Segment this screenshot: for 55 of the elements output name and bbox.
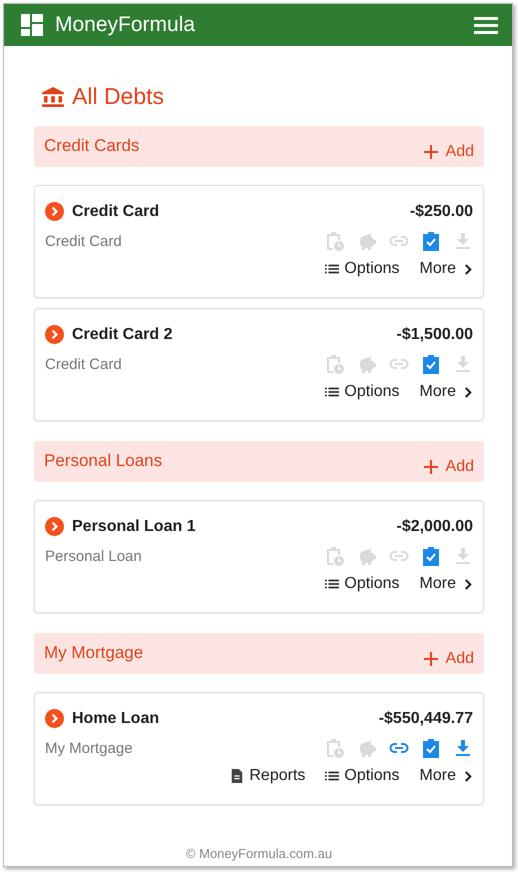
options-link[interactable]: Options: [325, 767, 400, 785]
more-link[interactable]: More: [420, 260, 473, 278]
debt-name: Personal Loan 1: [72, 518, 197, 536]
debt-amount: -$550,449.77: [378, 710, 473, 728]
more-link[interactable]: More: [420, 383, 473, 401]
section-title: Personal Loans: [44, 450, 162, 470]
list-icon[interactable]: [325, 769, 340, 783]
app-title: MoneyFormula: [55, 13, 196, 37]
options-link[interactable]: Options: [325, 383, 400, 401]
debt-name: Home Loan: [72, 710, 160, 728]
chevron-right-icon[interactable]: [464, 578, 473, 590]
clipboard-clock-icon[interactable]: [325, 354, 345, 374]
chevron-right-icon[interactable]: [464, 262, 473, 276]
chevron-circle-icon[interactable]: [45, 709, 64, 728]
debt-type: Personal Loan: [45, 548, 143, 564]
debt-amount: -$2,000.00: [396, 518, 473, 536]
chevron-circle-icon[interactable]: [45, 202, 64, 221]
debt-amount: -$250.00: [410, 202, 473, 220]
more-link[interactable]: More: [420, 767, 473, 785]
chevron-circle-icon[interactable]: [45, 517, 64, 536]
debt-type: Credit Card: [45, 356, 123, 372]
chevron-right-icon[interactable]: [464, 386, 473, 398]
page-title: All Debts: [72, 83, 164, 110]
list-icon[interactable]: [325, 385, 340, 399]
plus-icon[interactable]: [424, 145, 438, 159]
debt-type: Credit Card: [45, 232, 123, 250]
options-link[interactable]: Options: [325, 260, 400, 278]
clipboard-check-icon[interactable]: [421, 231, 441, 251]
options-link[interactable]: Options: [325, 575, 400, 593]
bank-icon: [42, 86, 64, 106]
debt-name: Credit Card: [72, 202, 160, 220]
clipboard-check-icon[interactable]: [421, 354, 441, 374]
plus-icon[interactable]: [424, 460, 438, 474]
dashboard-icon: [21, 14, 43, 36]
download-icon[interactable]: [453, 738, 473, 758]
chevron-right-icon[interactable]: [464, 770, 473, 782]
plus-icon[interactable]: [424, 652, 438, 666]
debt-name: Credit Card 2: [72, 326, 174, 344]
section-title: My Mortgage: [44, 642, 144, 662]
clipboard-clock-icon[interactable]: [325, 546, 345, 566]
more-link[interactable]: More: [420, 575, 473, 593]
clipboard-check-icon[interactable]: [421, 738, 441, 758]
footer-text: © MoneyFormula.com.au: [184, 845, 334, 863]
clipboard-check-icon[interactable]: [421, 546, 441, 566]
debt-type: My Mortgage: [45, 740, 134, 756]
list-icon[interactable]: [325, 262, 340, 276]
reports-link[interactable]: Reports: [230, 767, 306, 785]
clipboard-clock-icon[interactable]: [325, 231, 345, 251]
document-icon[interactable]: [230, 769, 244, 783]
list-icon[interactable]: [325, 577, 340, 591]
clipboard-clock-icon[interactable]: [325, 738, 345, 758]
debt-amount: -$1,500.00: [396, 326, 473, 344]
menu-icon[interactable]: [474, 16, 498, 34]
section-title: Credit Cards: [44, 136, 140, 156]
chevron-circle-icon[interactable]: [45, 325, 64, 344]
